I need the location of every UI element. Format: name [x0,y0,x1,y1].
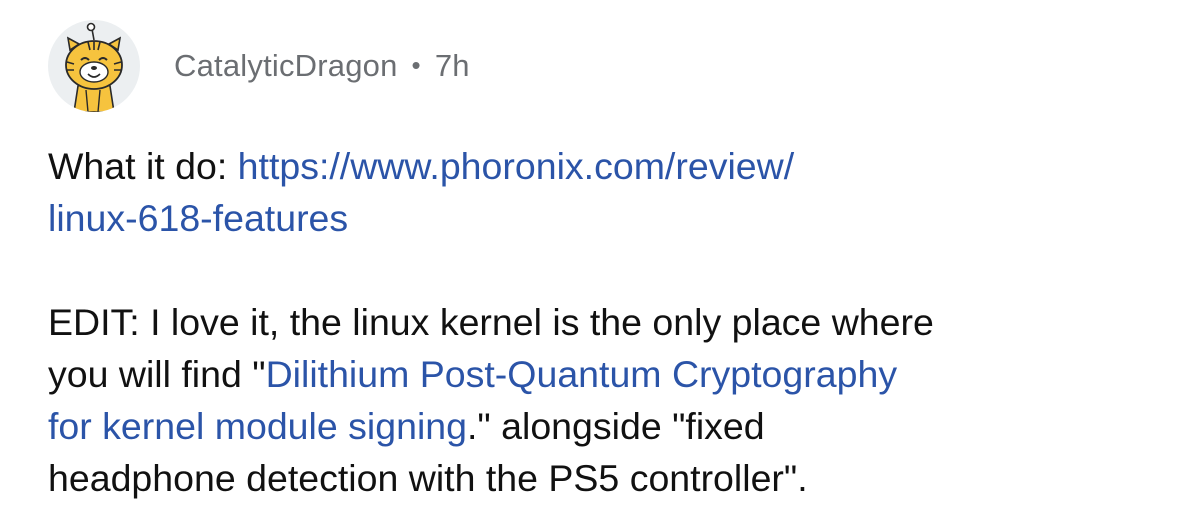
link-text-line-2: linux-618-features [48,197,349,239]
paragraph-text: headphone detection with the PS5 control… [48,457,808,499]
link-text-line-1: Dilithium Post-Quantum Cryptography [265,353,898,395]
snoo-tiger-avatar-icon [65,22,123,112]
username[interactable]: CatalyticDragon [174,48,398,84]
comment: CatalyticDragon • 7h What it do: https:/… [0,0,1179,511]
link-text-line-2: for kernel module signing [48,405,467,447]
paragraph-text: What it do: [48,145,238,187]
comment-body: What it do: https://www.phoronix.com/rev… [48,140,1158,504]
comment-header: CatalyticDragon • 7h [48,18,470,114]
comment-age: 7h [434,48,470,83]
paragraph-text: ." alongside "fixed [466,405,765,447]
comment-paragraph: EDIT: I love it, the linux kernel is the… [48,296,1158,504]
link-text-line-1: https://www.phoronix.com/review/ [237,145,795,187]
paragraph-text: EDIT: I love it, the linux kernel is the… [48,301,934,343]
comment-meta: CatalyticDragon • 7h [174,48,470,84]
comment-paragraph: What it do: https://www.phoronix.com/rev… [48,140,1158,244]
meta-separator: • [411,49,421,80]
avatar[interactable] [48,20,140,112]
paragraph-text: you will find " [48,353,266,395]
